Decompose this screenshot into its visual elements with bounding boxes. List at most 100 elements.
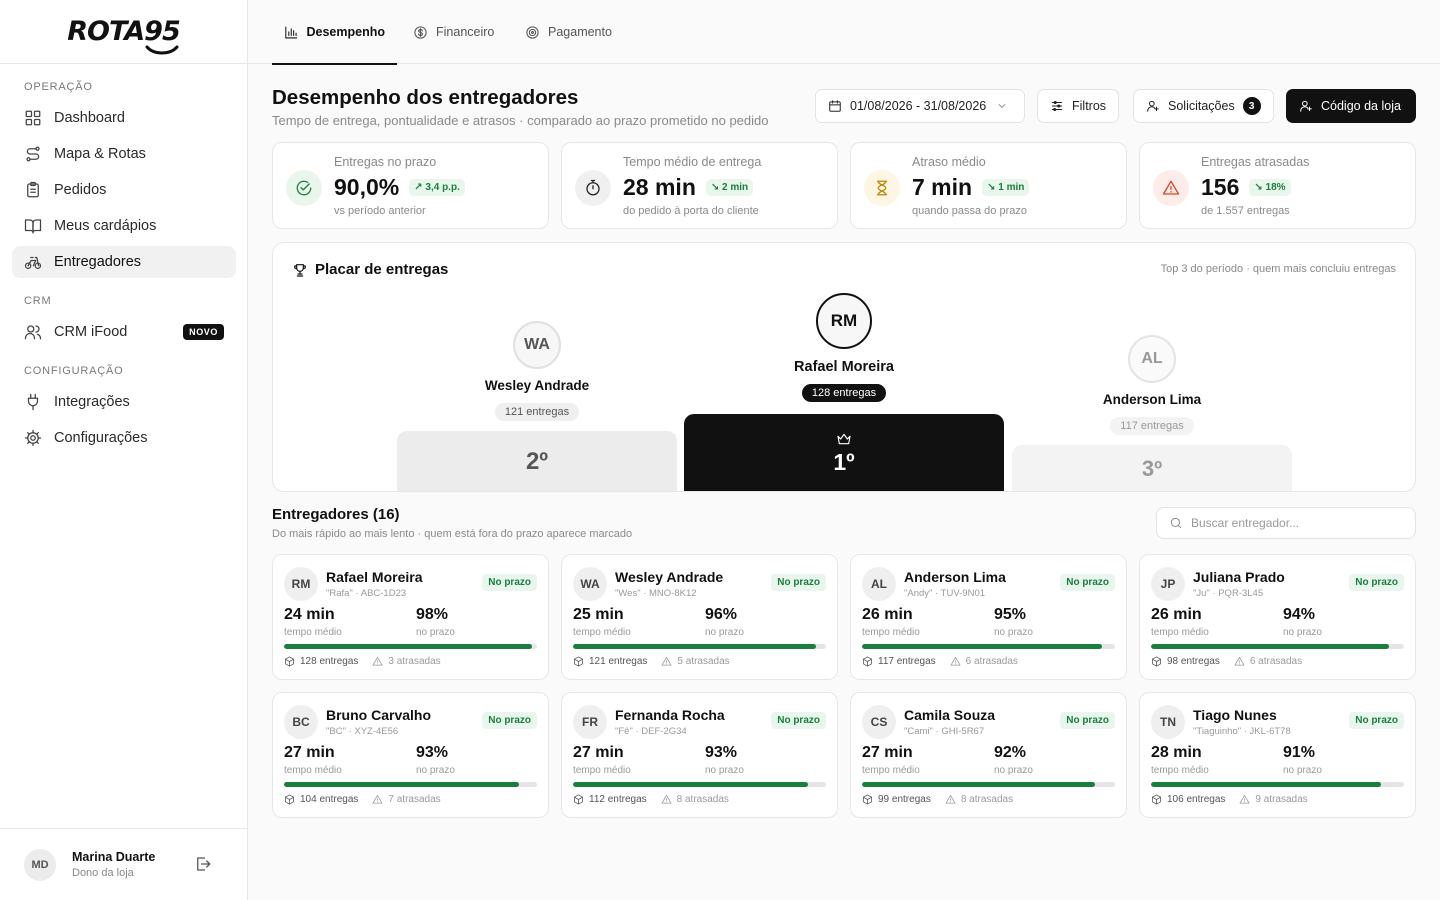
brand-logo[interactable]: ROTA95 <box>67 18 181 55</box>
podium-note: Top 3 do período · quem mais concluiu en… <box>1160 263 1396 275</box>
grid-icon <box>25 110 41 126</box>
driver-late: 6 atrasadas <box>965 656 1018 667</box>
tab-label: Financeiro <box>436 25 495 39</box>
driver-meta: "Ju" · PQR-3L45 <box>1193 588 1264 599</box>
sidebar-item-mapa-rotas[interactable]: Mapa & Rotas <box>12 138 236 170</box>
tab-pagamento[interactable]: Pagamento <box>525 0 612 64</box>
store-code-label: Código da loja <box>1321 99 1401 113</box>
sidebar-item-pedidos[interactable]: Pedidos <box>12 174 236 206</box>
sidebar-item-integracoes[interactable]: Integrações <box>12 386 236 418</box>
sidebar-item-entregadores[interactable]: Entregadores <box>12 246 236 278</box>
status-badge: No prazo <box>1060 574 1115 591</box>
driver-card[interactable]: RM Rafael Moreira "Rafa" · ABC-1D23 No p… <box>272 554 549 680</box>
driver-card[interactable]: FR Fernanda Rocha "Fê" · DEF-2G34 No pra… <box>561 692 838 818</box>
podium-place: 2º <box>525 448 549 475</box>
podium-count: 128 entregas <box>801 384 887 402</box>
chevron-down-icon <box>998 104 1006 108</box>
on-time-progress-fill <box>862 644 1103 649</box>
search-input[interactable] <box>1191 516 1391 530</box>
driver-meta: "Rafa" · ABC-1D23 <box>326 588 407 599</box>
timer-icon <box>586 179 600 196</box>
driver-avg-time: 24 min <box>284 606 335 623</box>
sidebar-item-configuracoes[interactable]: Configurações <box>12 422 236 454</box>
check-circle-icon <box>296 180 312 196</box>
drivers-subtitle: Do mais rápido ao mais lento · quem está… <box>272 528 633 540</box>
avatar: JP <box>1151 567 1185 601</box>
driver-name: Juliana Prado <box>1193 569 1285 585</box>
driver-avg-time: 26 min <box>862 606 913 623</box>
sidebar-item-dashboard[interactable]: Dashboard <box>12 102 236 134</box>
driver-avg-time-label: tempo médio <box>862 765 920 776</box>
podium-place: 1º <box>833 449 855 475</box>
driver-card[interactable]: CS Camila Souza "Cami" · GHI-5R67 No pra… <box>850 692 1127 818</box>
stat-card-late: Entregas atrasadas 156 ↘ 18% de 1.557 en… <box>1139 142 1416 229</box>
on-time-progress-bar <box>862 644 1115 649</box>
logout-icon[interactable] <box>194 855 212 873</box>
driver-late-wrap: 8 atrasadas <box>945 794 1013 805</box>
on-time-progress-fill <box>573 644 816 649</box>
avatar[interactable]: MD <box>24 848 56 881</box>
tab-desempenho[interactable]: Desempenho <box>272 0 397 65</box>
alert-triangle-icon <box>1234 656 1245 666</box>
podium-second[interactable]: WA Wesley Andrade 121 entregas <box>397 321 677 421</box>
plug-icon <box>27 393 39 411</box>
driver-late-wrap: 8 atrasadas <box>661 794 729 805</box>
podium-third[interactable]: AL Anderson Lima 117 entregas <box>1012 335 1292 435</box>
stat-delta: 1 min <box>998 182 1025 193</box>
driver-on-time-label: no prazo <box>994 765 1033 776</box>
on-time-progress-fill <box>573 782 809 787</box>
driver-footer: 106 entregas 9 atrasadas <box>1151 794 1308 805</box>
driver-footer: 104 entregas 7 atrasadas <box>284 794 441 805</box>
podium-title-row: Placar de entregas <box>292 261 448 278</box>
driver-late: 8 atrasadas <box>960 794 1014 805</box>
driver-card[interactable]: BC Bruno Carvalho "BC" · XYZ-4E56 No pra… <box>272 692 549 818</box>
top-tabs: Desempenho Financeiro Pagamento <box>248 0 1440 65</box>
alert-triangle-icon <box>661 656 672 666</box>
user-plus-icon <box>1147 100 1159 112</box>
driver-card[interactable]: TN Tiago Nunes "Tiaguinho" · JKL-6T78 No… <box>1139 692 1416 818</box>
store-code-button[interactable]: Código da loja <box>1286 89 1416 123</box>
target-icon <box>526 25 539 39</box>
trend-down-icon: ↘ <box>987 182 999 193</box>
driver-avg-time: 27 min <box>284 744 335 761</box>
requests-button[interactable]: Solicitações 3 <box>1133 89 1274 123</box>
filters-button[interactable]: Filtros <box>1037 89 1120 123</box>
user-plus-icon <box>1300 100 1312 112</box>
page-subtitle: Tempo de entrega, pontualidade e atrasos… <box>272 113 769 128</box>
driver-card[interactable]: AL Anderson Lima "Andy" · TUV-9N01 No pr… <box>850 554 1127 680</box>
driver-deliveries: 99 entregas <box>878 794 931 805</box>
driver-on-time-label: no prazo <box>416 765 455 776</box>
driver-card[interactable]: WA Wesley Andrade "Wes" · MNO-8K12 No pr… <box>561 554 838 680</box>
driver-late: 8 atrasadas <box>676 794 729 805</box>
section-title-operacao: OPERAÇÃO <box>24 81 93 93</box>
on-time-progress-fill <box>284 782 520 787</box>
driver-avg-time-label: tempo médio <box>284 765 342 776</box>
podium-first[interactable]: RM Rafael Moreira 128 entregas <box>684 293 1004 402</box>
driver-avg-time-label: tempo médio <box>573 765 631 776</box>
stat-card-avg-time: Tempo médio de entrega 28 min ↘ 2 min do… <box>561 142 838 229</box>
package-icon <box>862 656 873 667</box>
sidebar-item-label: Pedidos <box>54 182 107 198</box>
stat-sub: quando passa do prazo <box>912 205 1027 217</box>
podium-card: Placar de entregas Top 3 do período · qu… <box>272 242 1416 492</box>
driver-on-time-label: no prazo <box>705 627 744 638</box>
search-box <box>1156 507 1416 539</box>
package-icon <box>573 656 584 667</box>
driver-meta: "Fê" · DEF-2G34 <box>615 726 687 737</box>
sidebar: ROTA95 OPERAÇÃO Dashboard Mapa & Rotas P… <box>0 0 248 900</box>
driver-late: 7 atrasadas <box>388 794 441 805</box>
driver-avg-time: 26 min <box>1151 606 1202 623</box>
podium-place: 3º <box>1141 456 1163 481</box>
sidebar-item-cardapios[interactable]: Meus cardápios <box>12 210 236 242</box>
stat-delta-badge: ↘ 1 min <box>982 179 1030 196</box>
avatar: RM <box>284 567 318 601</box>
stat-icon-wrap <box>1153 170 1189 206</box>
on-time-progress-bar <box>1151 644 1404 649</box>
on-time-progress-bar <box>862 782 1115 787</box>
tab-financeiro[interactable]: Financeiro <box>413 0 494 64</box>
date-range-picker[interactable]: 01/08/2026 - 31/08/2026 <box>815 89 1025 123</box>
driver-card[interactable]: JP Juliana Prado "Ju" · PQR-3L45 No praz… <box>1139 554 1416 680</box>
on-time-progress-fill <box>1151 644 1389 649</box>
sidebar-item-crm-ifood[interactable]: CRM iFood NOVO <box>12 316 236 348</box>
status-badge: No prazo <box>1349 574 1404 591</box>
